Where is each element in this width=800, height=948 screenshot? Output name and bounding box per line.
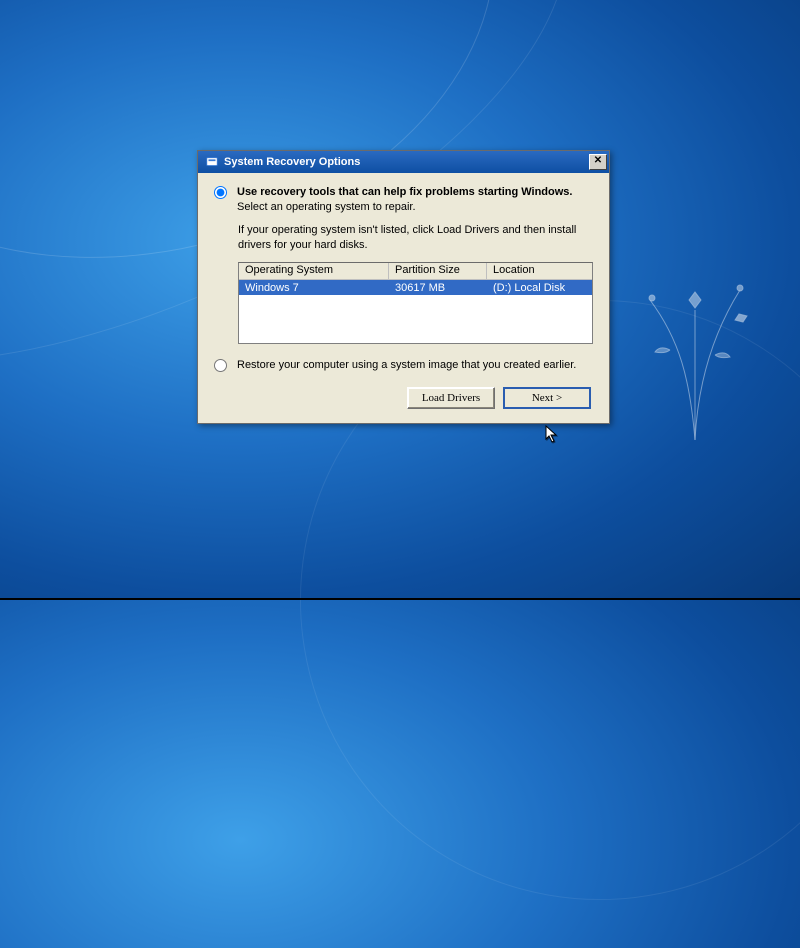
app-icon [204,154,220,170]
close-button[interactable]: ✕ [589,154,607,170]
background-plant [640,260,750,440]
cell-size: 30617 MB [389,282,487,294]
dialog-title: System Recovery Options [224,156,589,168]
os-list-row[interactable]: Windows 7 30617 MB (D:) Local Disk [239,280,592,295]
cursor-icon [545,425,561,445]
option-restore-image-label: Restore your computer using a system ima… [237,358,593,373]
option-restore-image[interactable]: Restore your computer using a system ima… [214,358,593,373]
titlebar[interactable]: System Recovery Options ✕ [198,151,609,173]
cell-os: Windows 7 [239,282,389,294]
col-partition-size[interactable]: Partition Size [389,263,487,279]
os-list-header: Operating System Partition Size Location [239,263,592,280]
radio-recovery-tools[interactable] [214,186,227,199]
os-list[interactable]: Operating System Partition Size Location… [238,262,593,344]
system-recovery-options-dialog: System Recovery Options ✕ Use recovery t… [197,150,610,424]
load-drivers-button[interactable]: Load Drivers [407,387,495,409]
col-location[interactable]: Location [487,263,592,279]
option-recovery-tools[interactable]: Use recovery tools that can help fix pro… [214,185,593,215]
col-operating-system[interactable]: Operating System [239,263,389,279]
option-recovery-tools-hint: If your operating system isn't listed, c… [238,223,593,253]
next-button[interactable]: Next > [503,387,591,409]
radio-restore-image[interactable] [214,359,227,372]
option-recovery-tools-label: Use recovery tools that can help fix pro… [237,185,593,215]
cell-location: (D:) Local Disk [487,282,592,294]
